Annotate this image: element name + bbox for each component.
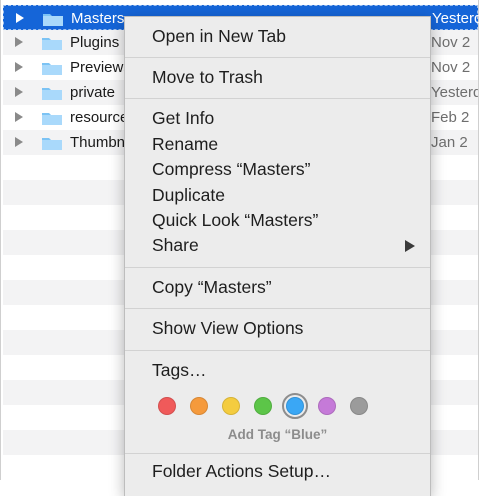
file-name: Previews xyxy=(70,59,131,76)
menu-separator xyxy=(125,350,430,351)
menu-item-share[interactable]: Share xyxy=(152,235,199,256)
menu-item-move-to-trash[interactable]: Move to Trash xyxy=(152,67,263,88)
menu-separator xyxy=(125,308,430,309)
date-modified: Yesterday xyxy=(432,10,479,27)
submenu-arrow-icon xyxy=(405,240,415,252)
tag-gray-swatch[interactable] xyxy=(350,397,368,415)
menu-item-duplicate[interactable]: Duplicate xyxy=(152,185,225,206)
menu-item-open-in-new-tab[interactable]: Open in New Tab xyxy=(152,26,286,47)
tag-red-swatch[interactable] xyxy=(158,397,176,415)
menu-item-copy[interactable]: Copy “Masters” xyxy=(152,277,272,298)
menu-separator xyxy=(125,267,430,268)
folder-icon xyxy=(42,88,62,100)
disclosure-triangle-icon[interactable] xyxy=(16,13,24,23)
menu-separator xyxy=(125,57,430,58)
menu-item-show-view-options[interactable]: Show View Options xyxy=(152,318,303,339)
tag-green-swatch[interactable] xyxy=(254,397,272,415)
date-modified: Jan 2 xyxy=(431,134,468,151)
folder-icon xyxy=(42,138,62,150)
disclosure-triangle-icon[interactable] xyxy=(15,37,23,47)
menu-separator xyxy=(125,453,430,454)
file-name: private xyxy=(70,84,116,101)
context-menu: Open in New Tab Move to Trash Get Info R… xyxy=(124,16,431,496)
file-name: Masters xyxy=(71,10,125,27)
date-modified: Nov 2 xyxy=(431,34,471,51)
folder-icon xyxy=(42,38,62,50)
menu-item-quick-look[interactable]: Quick Look “Masters” xyxy=(152,210,318,231)
folder-icon xyxy=(42,113,62,125)
date-modified: Yesterday xyxy=(431,84,478,101)
add-tag-hint: Add Tag “Blue” xyxy=(227,427,328,442)
tag-orange-swatch[interactable] xyxy=(190,397,208,415)
date-modified: Feb 2 xyxy=(431,109,470,126)
disclosure-triangle-icon[interactable] xyxy=(15,112,23,122)
menu-item-compress[interactable]: Compress “Masters” xyxy=(152,159,311,180)
disclosure-triangle-icon[interactable] xyxy=(15,137,23,147)
menu-item-get-info[interactable]: Get Info xyxy=(152,108,214,129)
disclosure-triangle-icon[interactable] xyxy=(15,87,23,97)
menu-item-tags[interactable]: Tags… xyxy=(152,360,206,381)
folder-icon xyxy=(42,63,62,75)
menu-item-rename[interactable]: Rename xyxy=(152,134,218,155)
file-name: Plugins xyxy=(70,34,120,51)
tag-blue-swatch[interactable] xyxy=(286,397,304,415)
disclosure-triangle-icon[interactable] xyxy=(15,62,23,72)
tag-yellow-swatch[interactable] xyxy=(222,397,240,415)
menu-item-folder-actions-setup[interactable]: Folder Actions Setup… xyxy=(152,461,331,482)
tag-purple-swatch[interactable] xyxy=(318,397,336,415)
date-modified: Nov 2 xyxy=(431,59,471,76)
menu-separator xyxy=(125,98,430,99)
folder-icon xyxy=(43,14,63,26)
